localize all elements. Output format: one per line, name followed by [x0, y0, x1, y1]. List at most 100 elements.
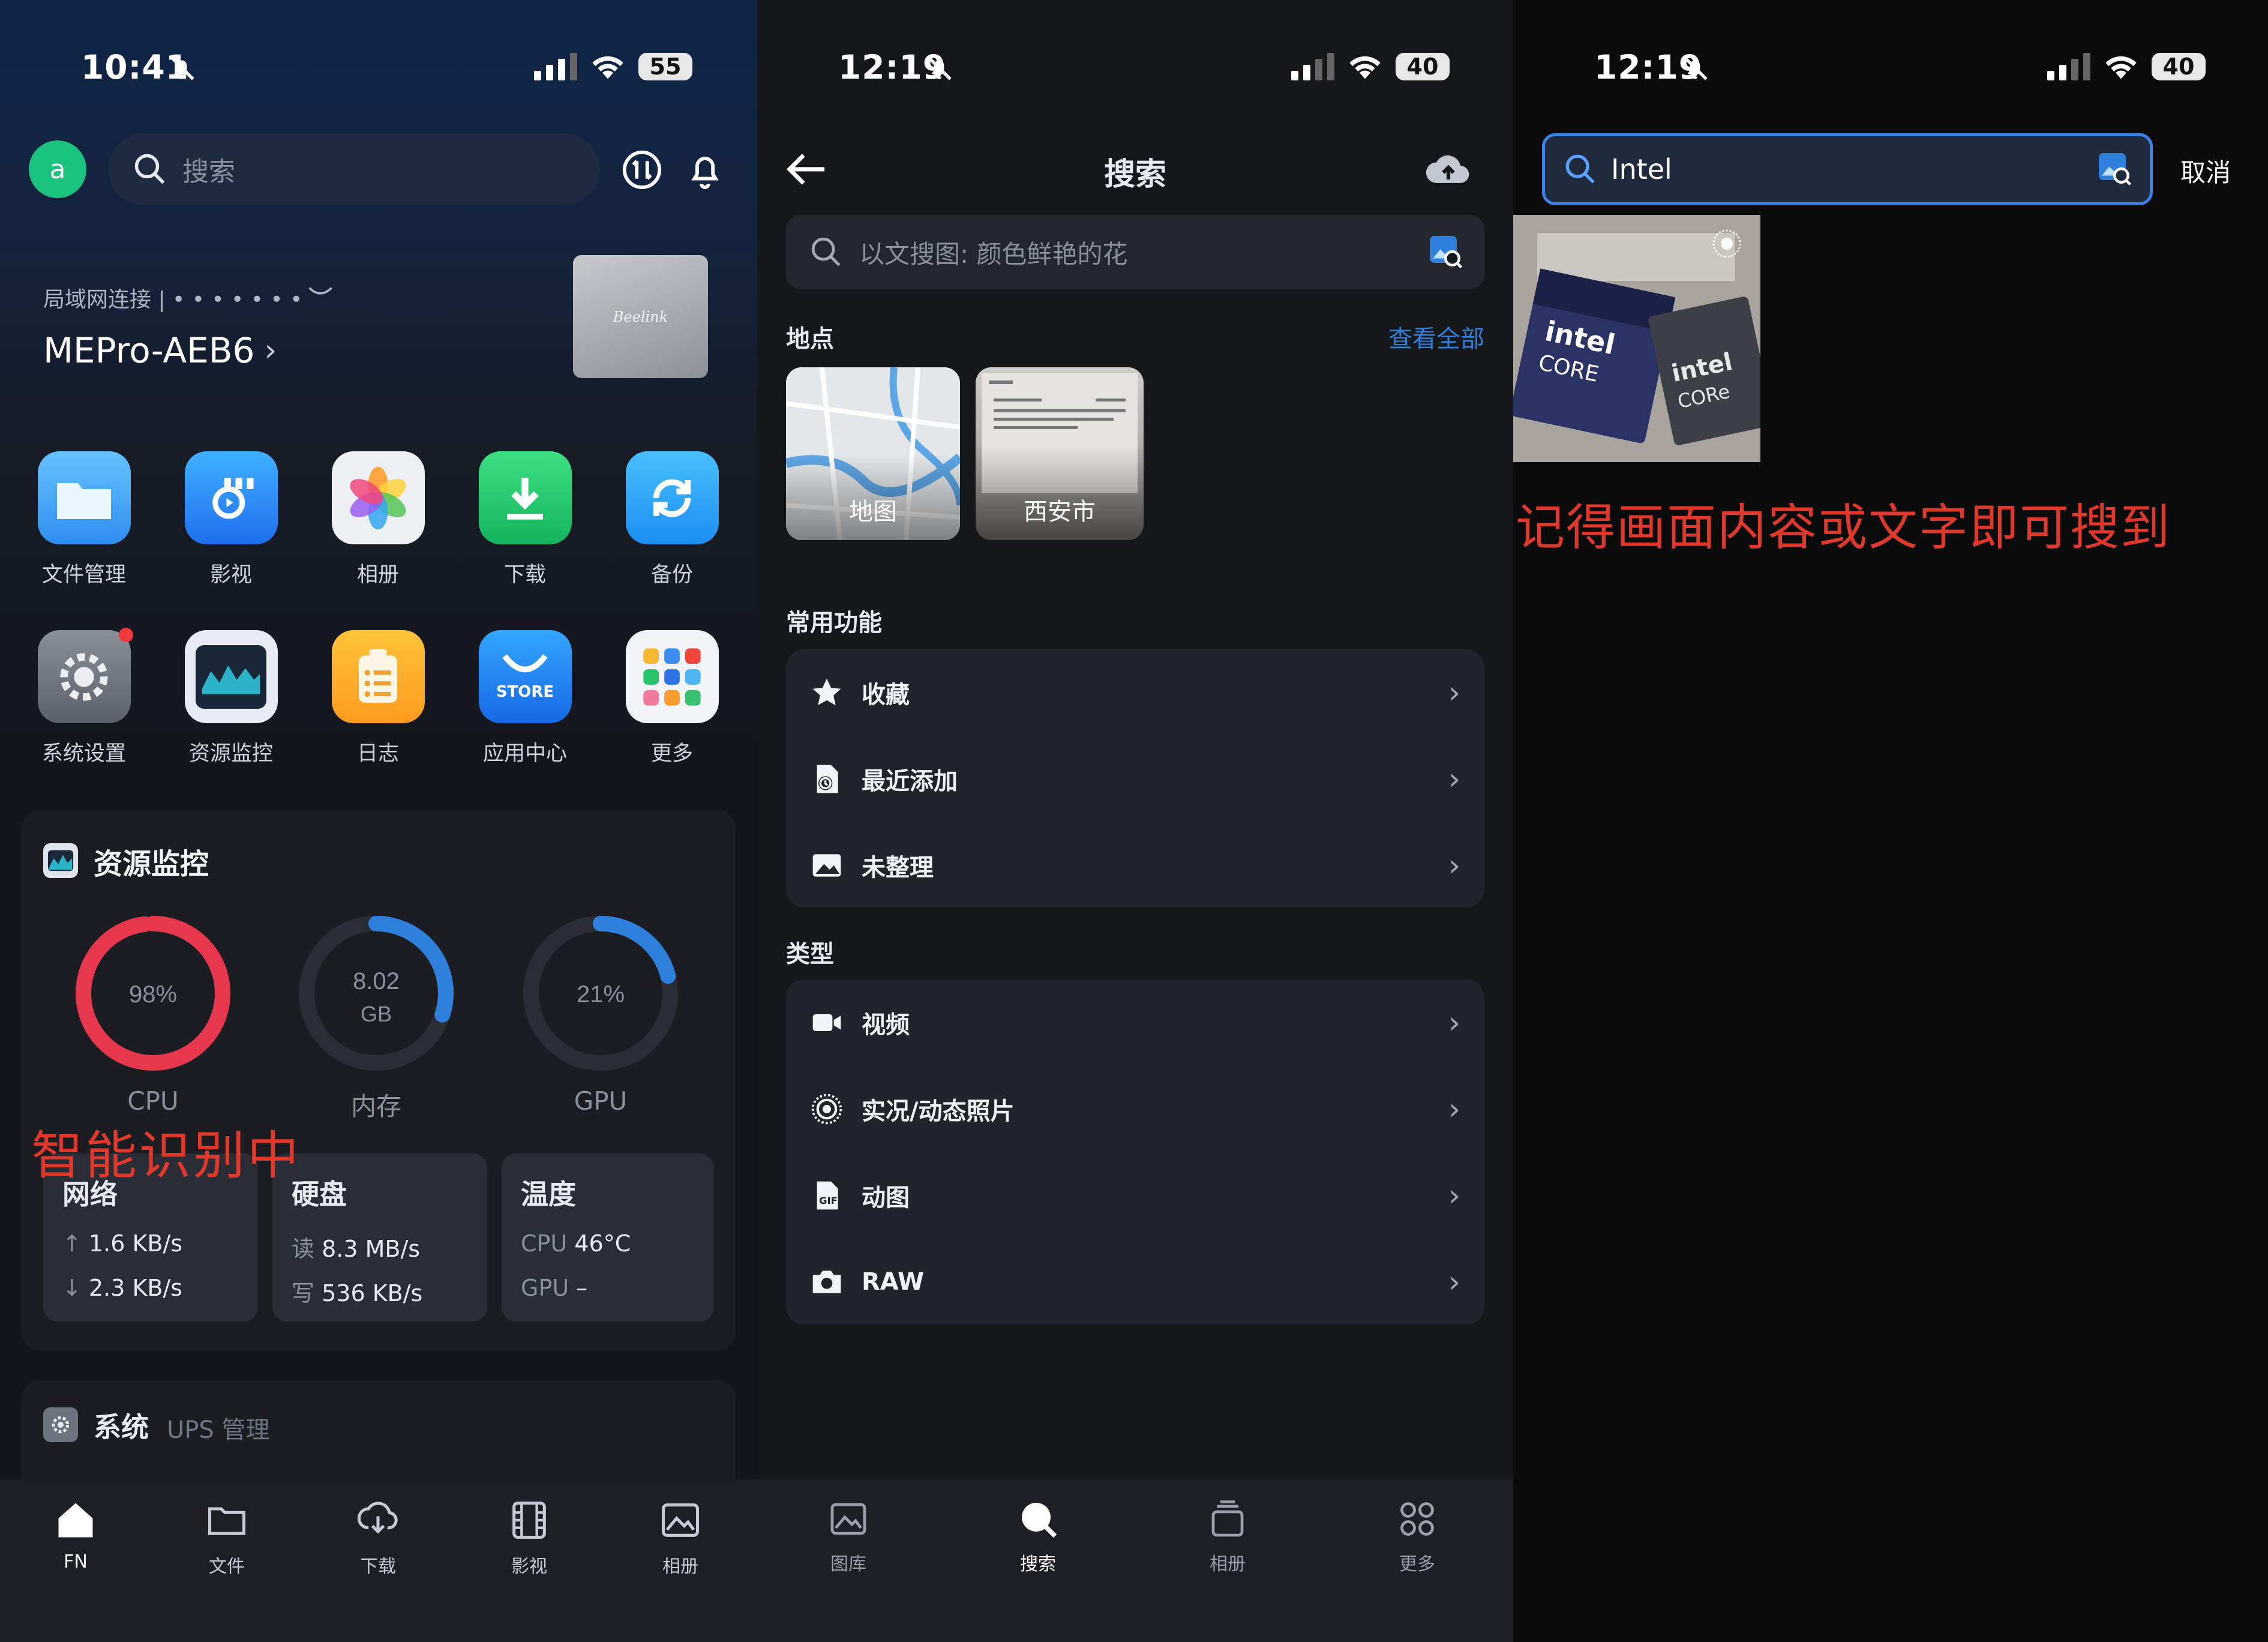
app-store[interactable]: STORE 应用中心	[477, 630, 573, 767]
search-bar[interactable]: 搜索	[108, 133, 600, 205]
sync-icon[interactable]	[621, 149, 663, 193]
device-selector[interactable]: MEPro-AEB6 ›	[43, 330, 277, 371]
cancel-button[interactable]: 取消	[2180, 152, 2231, 189]
avatar[interactable]: a	[29, 140, 86, 198]
list-item-recent[interactable]: 最近添加 ›	[786, 736, 1484, 822]
list-item-favorites[interactable]: 收藏 ›	[786, 649, 1484, 736]
notification-bell-icon[interactable]	[684, 148, 726, 194]
list-item-unsorted[interactable]: 未整理 ›	[786, 822, 1484, 909]
place-card-xian[interactable]: 西安市	[976, 367, 1144, 540]
store-icon: STORE	[478, 630, 572, 723]
search-placeholder: 以文搜图: 颜色鲜艳的花	[859, 239, 1128, 269]
resource-monitor-card[interactable]: 资源监控 98% CPU 8.02 GB 内存 21% GPU 网络 ↑ 1.6…	[22, 810, 736, 1350]
image-search-icon[interactable]	[2096, 150, 2132, 188]
gpu-value: 21%	[577, 981, 625, 1008]
list-item-label: 实况/动态照片	[862, 1098, 1015, 1125]
disk-write: 536 KB/s	[322, 1280, 423, 1307]
tab-search[interactable]: 搜索	[990, 1497, 1086, 1575]
app-settings[interactable]: 系统设置	[36, 628, 133, 767]
annotation-searchable: 记得画面内容或文字即可搜到	[1516, 499, 2171, 556]
chevron-right-icon: ›	[1448, 848, 1460, 883]
gpu-gauge: 21%	[523, 916, 678, 1071]
tab-fn[interactable]: FN	[28, 1497, 124, 1572]
store-text: STORE	[496, 682, 554, 701]
monitor-title: 资源监控	[94, 847, 209, 881]
arrow-down-icon: ↓	[62, 1275, 82, 1301]
places-title: 地点	[786, 325, 834, 353]
chevron-right-icon: ›	[1448, 1092, 1460, 1126]
common-functions-list: 收藏 › 最近添加 › 未整理 ›	[786, 649, 1484, 907]
search-result-image[interactable]: intel CORE intel CORe	[1513, 215, 1760, 462]
app-download[interactable]: 下载	[477, 451, 573, 588]
app-monitor[interactable]: 资源监控	[183, 630, 279, 767]
mem-value: 8.02	[353, 968, 400, 994]
text-to-image-search[interactable]: 以文搜图: 颜色鲜艳的花	[786, 215, 1484, 289]
backup-icon	[625, 451, 719, 544]
video-app-icon	[184, 451, 278, 544]
image-search-icon[interactable]	[1427, 233, 1463, 271]
photos-icon	[331, 451, 425, 544]
svg-text:GIF: GIF	[819, 1195, 838, 1206]
app-file-manager[interactable]: 文件管理	[36, 451, 132, 588]
film-tab-icon	[512, 1501, 546, 1539]
tab-more[interactable]: 更多	[1369, 1497, 1465, 1575]
chevron-right-icon: ›	[1448, 1005, 1460, 1040]
tab-label: 相册	[662, 1556, 698, 1577]
tab-files[interactable]: 文件	[179, 1497, 275, 1578]
chevron-right-icon: ›	[264, 332, 277, 368]
wifi-icon	[1349, 56, 1381, 79]
disk-read: 8.3 MB/s	[322, 1236, 421, 1262]
album-tab-icon	[661, 1503, 700, 1537]
app-video[interactable]: 影视	[183, 451, 279, 588]
app-label: 备份	[650, 563, 693, 587]
place-label: 西安市	[1024, 498, 1096, 526]
app-photos[interactable]: 相册	[330, 451, 426, 588]
tab-label: 搜索	[1020, 1554, 1056, 1575]
tab-albums[interactable]: 相册	[1180, 1497, 1276, 1575]
monitor-small-icon	[43, 843, 78, 878]
search-tab-icon	[1022, 1503, 1057, 1538]
cloud-upload-icon[interactable]	[1424, 150, 1472, 191]
temp-cpu-label: CPU	[521, 1230, 568, 1257]
list-item-raw[interactable]: RAW ›	[786, 1239, 1484, 1325]
mem-label: 内存	[350, 1092, 401, 1121]
temp-gpu-label: GPU	[521, 1275, 569, 1301]
gpu-label: GPU	[574, 1086, 628, 1116]
tab-label: 图库	[830, 1554, 866, 1575]
disk-read-label: 读	[292, 1236, 315, 1262]
app-log[interactable]: 日志	[330, 630, 426, 767]
tab-video[interactable]: 影视	[481, 1497, 577, 1578]
list-item-live-photo[interactable]: 实况/动态照片 ›	[786, 1066, 1484, 1152]
search-input[interactable]: Intel	[1542, 133, 2153, 205]
system-title: 系统	[94, 1411, 149, 1443]
signal-icon	[534, 53, 577, 80]
app-label: 应用中心	[482, 742, 567, 766]
view-all-link[interactable]: 查看全部	[1388, 319, 1484, 354]
app-label: 更多	[650, 742, 693, 766]
list-item-video[interactable]: 视频 ›	[786, 979, 1484, 1066]
gif-icon: GIF	[817, 1181, 838, 1210]
app-more[interactable]: 更多	[624, 630, 720, 767]
folder-icon	[37, 451, 131, 544]
tab-label: 相册	[1210, 1554, 1246, 1575]
app-backup[interactable]: 备份	[624, 451, 720, 588]
folder-tab-icon	[208, 1507, 246, 1535]
place-label: 地图	[849, 498, 897, 526]
list-item-gif[interactable]: GIF 动图 ›	[786, 1152, 1484, 1239]
tab-label: 影视	[511, 1556, 547, 1577]
disk-write-label: 写	[292, 1280, 315, 1307]
eye-closed-icon[interactable]	[307, 283, 334, 304]
mem-unit: GB	[361, 1002, 392, 1026]
tab-album[interactable]: 相册	[632, 1497, 728, 1578]
list-item-label: 未整理	[862, 854, 934, 882]
wifi-icon	[592, 56, 623, 79]
silent-bell-icon	[924, 53, 954, 85]
star-icon	[812, 678, 841, 706]
search-screen: 12:19 40 搜索 以文搜图: 颜色鲜艳的花 地点 查看全部 地图 西安市 …	[757, 0, 1513, 1642]
place-card-map[interactable]: 地图	[786, 367, 960, 540]
tab-gallery[interactable]: 图库	[800, 1497, 896, 1575]
app-label: 资源监控	[188, 742, 273, 766]
network-up: 1.6 KB/s	[88, 1230, 183, 1257]
device-brand: Beelink	[613, 308, 668, 325]
tab-downloads[interactable]: 下载	[330, 1497, 426, 1578]
